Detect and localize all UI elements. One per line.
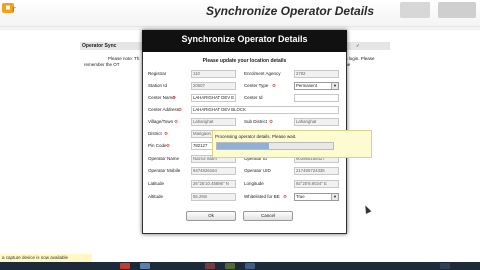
required-icon: ⚙ xyxy=(172,95,177,100)
whitelisted-value: True xyxy=(296,194,305,199)
center-id-label: Center Id xyxy=(244,95,263,100)
dialog-title: Synchronize Operator Details xyxy=(181,34,308,44)
registrar-label: Registrar xyxy=(148,71,167,76)
sub-district-field: Laharighat xyxy=(294,118,339,126)
center-name-input[interactable]: LAHARIGHAT DEV E xyxy=(191,94,236,102)
latitude-field: 26°25'10.45896" N xyxy=(191,180,236,188)
center-address-label: Center Address xyxy=(148,107,180,112)
whitelisted-label: Whitelisted for BE xyxy=(244,194,280,199)
operator-uid-label: Operator UID xyxy=(244,168,271,173)
district-label: District xyxy=(148,131,162,136)
background-note-line1: Please note: Th xyxy=(108,56,140,61)
whitelisted-select[interactable]: True ▼ xyxy=(294,193,339,201)
center-type-value: Permanent xyxy=(296,83,318,88)
taskbar-app-icon[interactable] xyxy=(205,263,215,269)
background-note-right1: in login. Please xyxy=(344,56,375,61)
operator-name-label: Operator Name xyxy=(148,156,180,161)
center-type-label: Center Type xyxy=(244,83,269,88)
operator-sync-section-title: Operator Sync xyxy=(82,43,117,49)
home-icon[interactable] xyxy=(400,2,430,18)
sub-district-label: Sub District xyxy=(244,119,268,124)
required-icon: ⚙ xyxy=(166,143,171,148)
longitude-field: 92°20'8.9024" E xyxy=(294,180,339,188)
ok-button[interactable]: Ok xyxy=(186,211,236,221)
background-note-line2: remember the OT xyxy=(84,62,120,67)
user-profile-icon[interactable] xyxy=(438,2,476,18)
center-address-input[interactable]: LAHARIGHAT DEV BLOCK xyxy=(191,106,339,114)
required-icon: ⚙ xyxy=(283,194,288,199)
required-icon: ⚙ xyxy=(178,107,183,112)
village-town-label: Village/Town xyxy=(148,119,174,124)
processing-message: Processing operator details. Please wait… xyxy=(215,134,297,139)
district-field: Marigaon xyxy=(191,130,214,138)
taskbar-app-icon[interactable] xyxy=(140,263,150,269)
window-title: Synchronize Operator Details xyxy=(206,4,375,18)
notification-text: a capture device is now available xyxy=(2,255,69,260)
taskbar-app-icon[interactable] xyxy=(245,263,255,269)
required-icon: ⚙ xyxy=(272,83,277,88)
chevron-down-icon[interactable]: ▼ xyxy=(331,83,338,89)
center-name-label: Center Name xyxy=(148,95,175,100)
pin-code-label: Pin Code xyxy=(148,143,167,148)
taskbar-app-icon[interactable] xyxy=(225,263,235,269)
header-divider xyxy=(0,26,480,27)
required-icon: ⚙ xyxy=(174,119,179,124)
altitude-label: Altitude xyxy=(148,194,164,199)
enrolment-agency-field: 2782 xyxy=(294,70,339,78)
required-icon: ⚙ xyxy=(164,131,169,136)
registrar-field: 110 xyxy=(191,70,236,78)
latitude-label: Latitude xyxy=(148,181,165,186)
operator-mobile-label: Operator Mobile xyxy=(148,168,181,173)
altitude-field: 55.29m xyxy=(191,193,236,201)
close-section-icon[interactable]: ✓ xyxy=(356,43,360,49)
dialog-subtitle: Please update your location details xyxy=(202,58,287,64)
taskbar-tray[interactable] xyxy=(440,263,450,269)
progress-fill xyxy=(217,143,269,149)
taskbar-app-icon[interactable] xyxy=(120,263,130,269)
enrolment-agency-label: Enrolment Agency xyxy=(244,71,281,76)
taskbar xyxy=(0,262,480,270)
longitude-label: Longitude xyxy=(244,181,264,186)
app-logo-letter: r xyxy=(12,4,16,14)
operator-uid-field: 217465724335 xyxy=(294,167,339,175)
center-id-input[interactable] xyxy=(294,94,339,102)
cancel-button[interactable]: Cancel xyxy=(243,211,293,221)
required-icon: ⚙ xyxy=(269,119,274,124)
station-id-field: 20507 xyxy=(191,82,236,90)
center-type-select[interactable]: Permanent ▼ xyxy=(294,82,339,90)
operator-mobile-field: 9474826164 xyxy=(191,167,236,175)
chevron-down-icon[interactable]: ▼ xyxy=(331,194,338,200)
station-id-label: Station Id xyxy=(148,83,168,88)
mouse-cursor-icon xyxy=(362,204,372,214)
village-town-field: Laharighat xyxy=(191,118,236,126)
pin-code-input[interactable]: 782127 xyxy=(191,142,214,150)
